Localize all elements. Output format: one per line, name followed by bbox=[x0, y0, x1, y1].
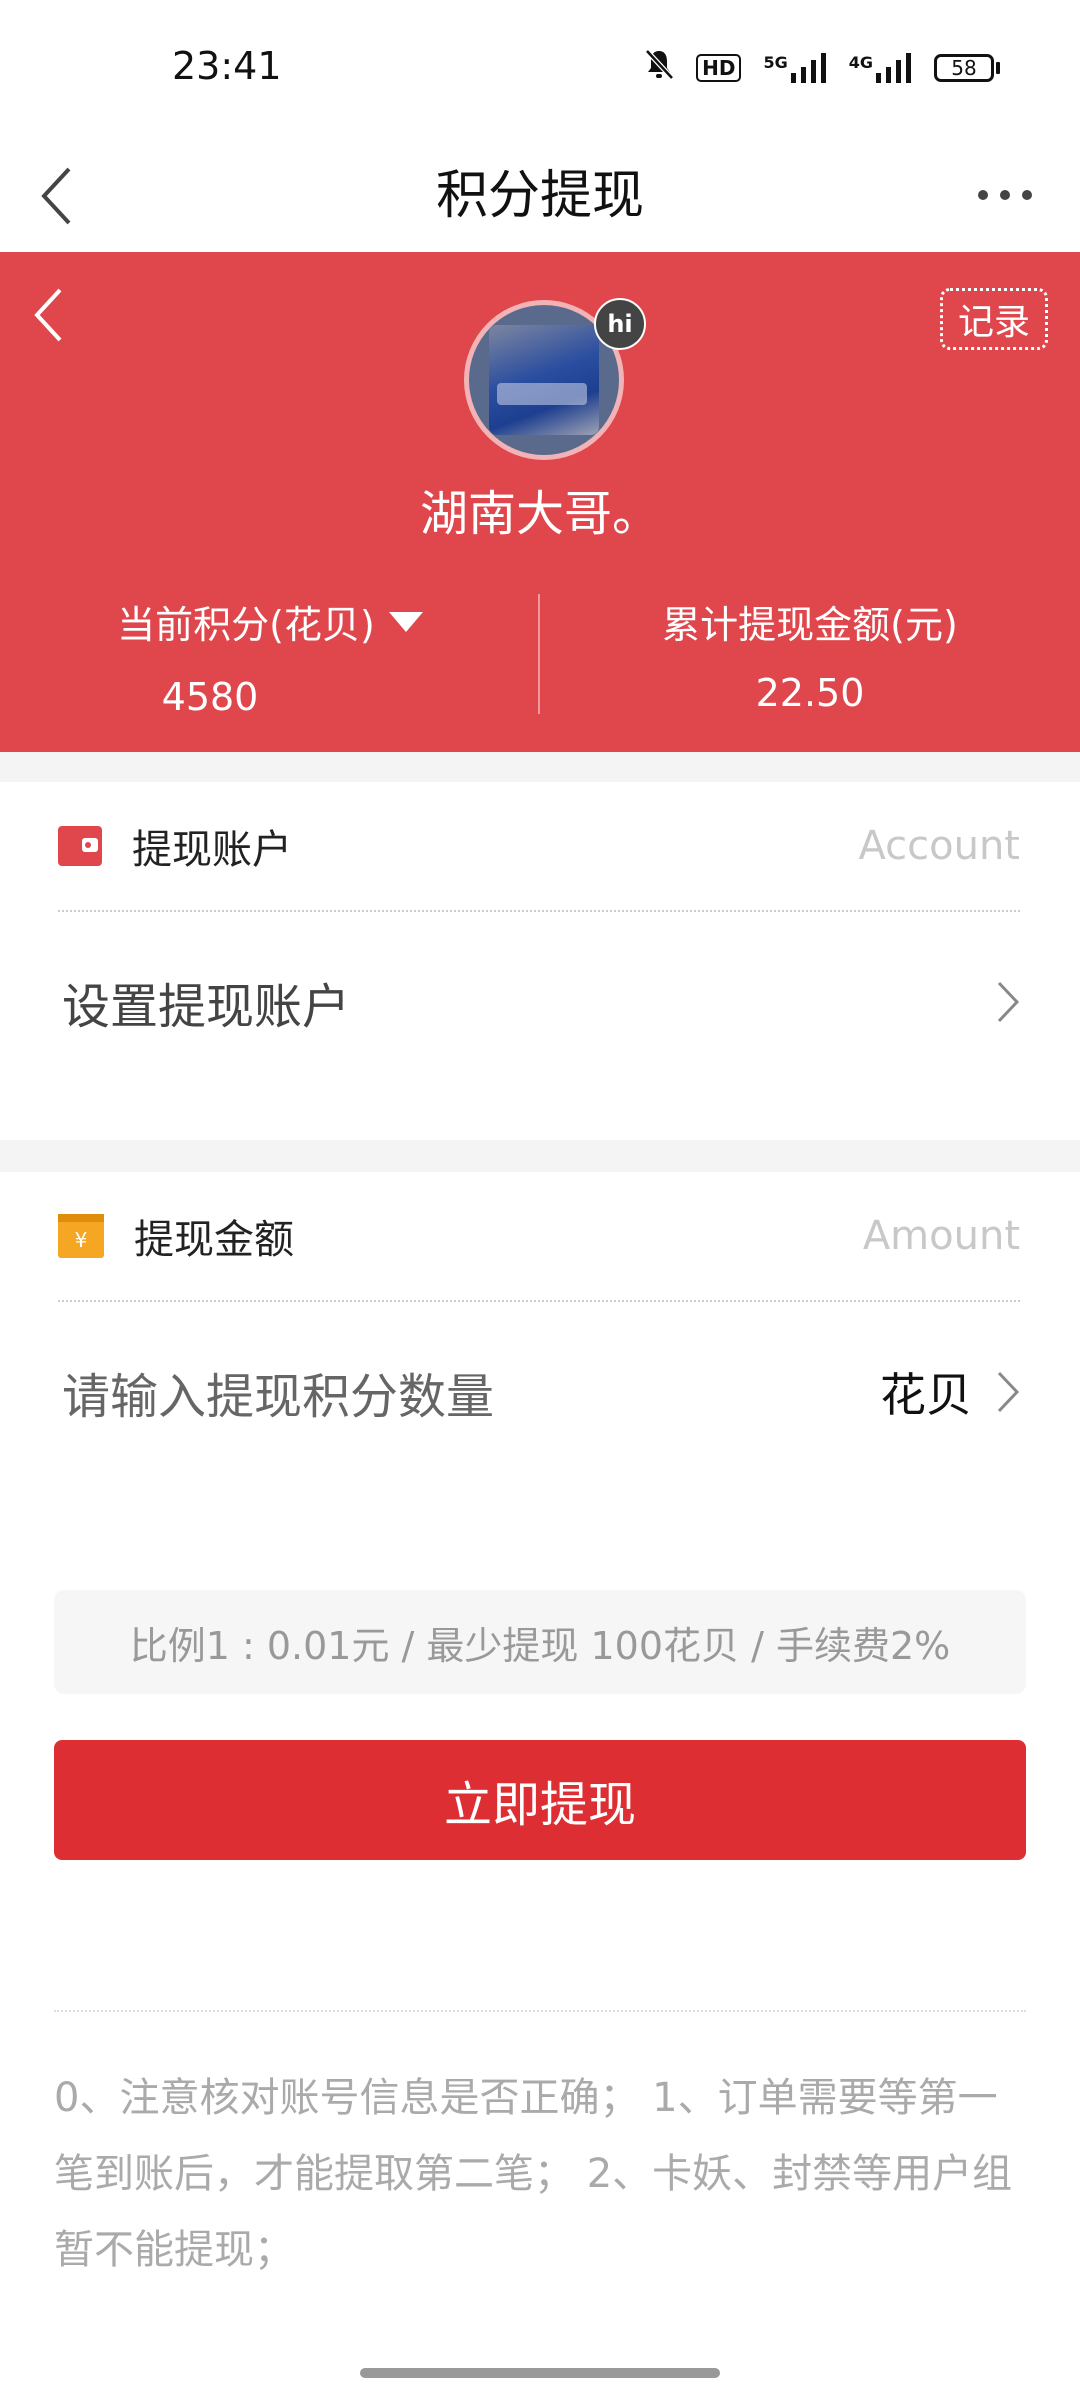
header-back-button[interactable] bbox=[18, 280, 78, 350]
amount-input-row[interactable]: 请输入提现积分数量 花贝 bbox=[62, 1332, 1020, 1452]
amount-card-header: ¥ 提现金额 Amount bbox=[58, 1172, 1020, 1302]
signal-5g-icon: 5G bbox=[763, 52, 826, 83]
amount-section-title: 提现金额 bbox=[134, 1217, 294, 1263]
wallet-icon bbox=[58, 826, 102, 866]
mute-bell-icon bbox=[644, 48, 674, 87]
record-button[interactable]: 记录 bbox=[940, 288, 1048, 350]
battery-level: 58 bbox=[934, 53, 994, 82]
account-section-hint: Account bbox=[858, 823, 1020, 869]
status-bar: 23:41 HD 5G 4G 58 bbox=[0, 0, 1080, 140]
withdraw-button[interactable]: 立即提现 bbox=[54, 1740, 1026, 1860]
account-card: 提现账户 Account 设置提现账户 bbox=[0, 782, 1080, 1140]
account-card-header: 提现账户 Account bbox=[58, 782, 1020, 912]
notice-divider bbox=[54, 2010, 1026, 2012]
notice-text: 0、注意核对账号信息是否正确； 1、订单需要等第一笔到账后，才能提取第二笔； 2… bbox=[54, 2075, 1013, 2273]
svg-text:¥: ¥ bbox=[75, 1228, 88, 1252]
account-section-title: 提现账户 bbox=[132, 827, 292, 873]
page-title: 积分提现 bbox=[435, 166, 644, 226]
profile-header: 记录 hi 湖南大哥。 当前积分(花贝) 4580 累计提现金额(元) 22.5… bbox=[0, 252, 1080, 752]
points-stat[interactable]: 当前积分(花贝) 4580 bbox=[0, 594, 540, 719]
chevron-right-icon bbox=[997, 981, 1020, 1023]
set-account-row[interactable]: 设置提现账户 bbox=[62, 942, 1020, 1062]
home-indicator[interactable] bbox=[360, 2368, 720, 2378]
signal-4g-icon: 4G bbox=[849, 52, 912, 83]
more-button[interactable] bbox=[970, 170, 1040, 220]
chevron-left-icon bbox=[34, 288, 62, 342]
status-time: 23:41 bbox=[172, 44, 282, 88]
hi-badge: hi bbox=[594, 298, 646, 350]
total-withdrawn-stat: 累计提现金额(元) 22.50 bbox=[540, 594, 1080, 715]
yuan-box-icon: ¥ bbox=[58, 1214, 104, 1258]
hd-icon: HD bbox=[696, 53, 742, 82]
amount-card: ¥ 提现金额 Amount 请输入提现积分数量 花贝 bbox=[0, 1172, 1080, 1528]
amount-section-hint: Amount bbox=[862, 1213, 1020, 1259]
more-dots-icon bbox=[978, 190, 1032, 200]
ratio-info: 比例1 : 0.01元 / 最少提现 100花贝 / 手续费2% bbox=[54, 1590, 1026, 1694]
total-label: 累计提现金额(元) bbox=[662, 603, 958, 647]
total-value: 22.50 bbox=[755, 671, 865, 715]
username: 湖南大哥。 bbox=[419, 486, 660, 542]
nav-bar: 积分提现 bbox=[0, 140, 1080, 252]
set-account-label: 设置提现账户 bbox=[62, 979, 351, 1035]
status-icons: HD 5G 4G 58 bbox=[644, 48, 1000, 87]
points-label: 当前积分(花贝) bbox=[117, 603, 375, 647]
points-value: 4580 bbox=[161, 675, 259, 719]
caret-down-icon bbox=[388, 611, 423, 632]
amount-unit[interactable]: 花贝 bbox=[880, 1359, 972, 1425]
amount-input[interactable]: 请输入提现积分数量 bbox=[62, 1357, 494, 1427]
battery-icon: 58 bbox=[934, 53, 1000, 82]
chevron-right-icon bbox=[997, 1371, 1020, 1413]
